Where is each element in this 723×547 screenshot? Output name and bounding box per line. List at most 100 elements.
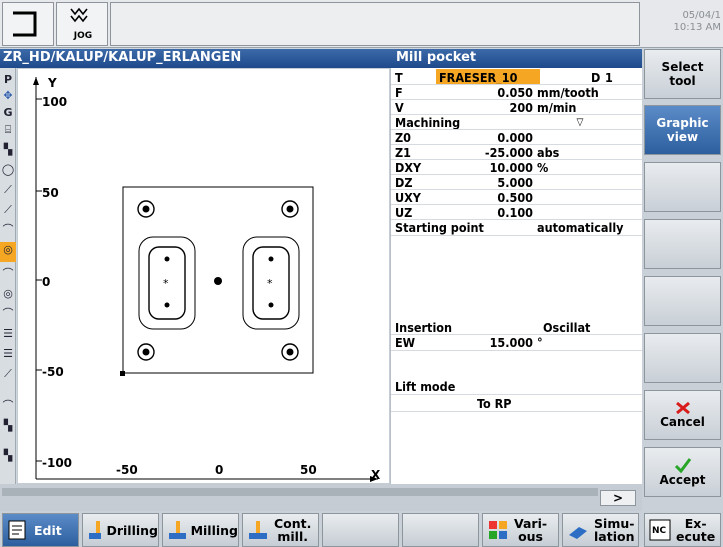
- z0-value[interactable]: 0.000: [497, 130, 533, 145]
- various-softkey[interactable]: Vari-ous: [482, 513, 559, 547]
- reference-point: [120, 371, 125, 376]
- x-axis-label: X: [371, 468, 381, 482]
- row-dz: DZ 5.000: [395, 175, 533, 190]
- x-tick-50: 50: [300, 463, 317, 477]
- mill-icon: [169, 521, 186, 539]
- ew-value[interactable]: 15.000: [490, 335, 533, 350]
- title-bar: ZR_HD/KALUP/KALUP_ERLANGEN Mill pocket: [0, 49, 642, 68]
- diagonal-icon[interactable]: ⟋: [0, 202, 16, 218]
- circle-icon[interactable]: ◯: [0, 162, 16, 178]
- row-uxy: UXY 0.500: [395, 190, 533, 205]
- row-lift-value: To RP: [391, 396, 643, 411]
- row-tool: T FRAESER_10 D 1: [395, 69, 613, 85]
- edit-softkey[interactable]: Edit: [2, 513, 79, 547]
- v-value[interactable]: 200: [510, 100, 533, 115]
- slot-icon[interactable]: ⟋: [0, 366, 16, 382]
- empty-softkey-3[interactable]: [644, 162, 721, 212]
- drill-step-icon[interactable]: ▚: [0, 142, 16, 158]
- empty-softkey-6[interactable]: [644, 333, 721, 383]
- machining-dropdown[interactable]: ▽: [537, 115, 623, 130]
- y-tick-50: 50: [42, 186, 59, 200]
- graphic-view-softkey[interactable]: Graphic view: [644, 105, 721, 155]
- time-text: 10:13 AM: [673, 22, 721, 33]
- cont-mill-icon: [249, 521, 267, 539]
- stack-icon[interactable]: ☰: [0, 326, 16, 342]
- empty-hsoftkey-2[interactable]: [402, 513, 479, 547]
- drilling-softkey[interactable]: Drilling: [82, 513, 159, 547]
- milling-softkey[interactable]: Milling: [162, 513, 239, 547]
- dz-value[interactable]: 5.000: [497, 175, 533, 190]
- stack2-icon[interactable]: ☰: [0, 346, 16, 362]
- hatch-icon[interactable]: ▚: [0, 418, 16, 434]
- hatch2-icon[interactable]: ▚: [0, 448, 16, 464]
- date-text: 05/04/1: [682, 10, 721, 21]
- z1-unit[interactable]: abs: [537, 145, 559, 160]
- alarm-line: [110, 2, 640, 46]
- d-value[interactable]: 1: [605, 70, 613, 85]
- execute-softkey[interactable]: NC Ex-ecute: [644, 513, 721, 547]
- drill-icon: [89, 521, 102, 539]
- p-tool[interactable]: P: [0, 72, 16, 88]
- y-axis-arrow: [33, 77, 39, 85]
- row-v: V 200 m/min: [395, 100, 577, 115]
- contour-icon[interactable]: ⌒: [0, 222, 16, 238]
- workpiece-icon[interactable]: ⌸: [0, 122, 16, 138]
- uz-value[interactable]: 0.100: [497, 205, 533, 220]
- y-tick-0: 0: [42, 275, 50, 289]
- d-label: D: [591, 70, 601, 85]
- f-unit: mm/tooth: [537, 85, 599, 100]
- cycle-tool-strip: P ✥ G ⌸ ▚ ◯ ⟋ ⟋ ⌒ ◎ ⌒ ◎ ⌒ ☰ ☰ ⟋ ⌒ ▚ ▚: [0, 68, 16, 484]
- scroll-track[interactable]: [2, 488, 598, 496]
- simulation-icon: [569, 527, 587, 539]
- dxy-value[interactable]: 10.000: [490, 160, 533, 175]
- mode-box[interactable]: JOG: [56, 2, 108, 46]
- svg-text:*: *: [267, 277, 273, 290]
- pocket-icon[interactable]: ◎: [0, 286, 16, 302]
- scroll-right-button[interactable]: >: [600, 490, 636, 506]
- empty-softkey-4[interactable]: [644, 219, 721, 269]
- row-dxy: DXY 10.000 %: [395, 160, 549, 175]
- uxy-value[interactable]: 0.500: [497, 190, 533, 205]
- tool-value: FRAESER_10: [439, 70, 518, 85]
- f-value[interactable]: 0.050: [497, 85, 533, 100]
- row-starting-point: Starting point automatically: [395, 220, 624, 235]
- ew-unit: °: [537, 335, 543, 350]
- select-tool-softkey[interactable]: Select tool: [644, 49, 721, 99]
- jog-mode-icon: [70, 7, 88, 23]
- row-uz: UZ 0.100: [395, 205, 533, 220]
- cancel-softkey[interactable]: Cancel: [644, 390, 721, 440]
- pocket-markers: * *: [163, 256, 274, 308]
- empty-hsoftkey[interactable]: [322, 513, 399, 547]
- y-tick-minus50: -50: [42, 365, 64, 379]
- g-tool[interactable]: G: [0, 105, 16, 121]
- y-axis-label: Y: [47, 76, 57, 90]
- path-icon[interactable]: ⌒: [0, 398, 16, 414]
- insertion-value[interactable]: Oscillat: [543, 320, 590, 335]
- lift-mode-value[interactable]: To RP: [477, 396, 512, 411]
- row-machining: Machining ▽: [391, 115, 643, 130]
- x-tick-0: 0: [215, 463, 223, 477]
- datetime: 05/04/1 10:13 AM: [674, 10, 721, 34]
- y-tick-100: 100: [42, 95, 67, 109]
- machine-area-box[interactable]: [2, 2, 54, 46]
- dxy-unit[interactable]: %: [537, 160, 548, 175]
- move-icon[interactable]: ✥: [0, 88, 16, 104]
- row-lift-mode: Lift mode: [395, 379, 456, 394]
- cancel-x-icon: [675, 401, 690, 415]
- program-path: ZR_HD/KALUP/KALUP_ERLANGEN: [3, 50, 242, 65]
- cont-mill-softkey[interactable]: Cont. mill.: [242, 513, 319, 547]
- starting-point-value[interactable]: automatically: [537, 220, 624, 235]
- empty-softkey-5[interactable]: [644, 276, 721, 326]
- mill-icon[interactable]: ⌒: [0, 306, 16, 322]
- parameter-panel: T FRAESER_10 D 1 F 0.050 mm/tooth V 200 …: [390, 68, 643, 484]
- simulation-softkey[interactable]: Simu-lation: [562, 513, 639, 547]
- contour2-icon[interactable]: ⌒: [0, 266, 16, 282]
- row-z0: Z0 0.000: [395, 130, 533, 145]
- form-title: Mill pocket: [396, 50, 477, 65]
- svg-text:*: *: [163, 277, 169, 290]
- accept-softkey[interactable]: Accept: [644, 447, 721, 497]
- edit-icon: [8, 520, 26, 540]
- line-icon[interactable]: ⟋: [0, 182, 16, 198]
- pocket-active-icon[interactable]: ◎: [0, 242, 16, 262]
- z1-value[interactable]: -25.000: [485, 145, 533, 160]
